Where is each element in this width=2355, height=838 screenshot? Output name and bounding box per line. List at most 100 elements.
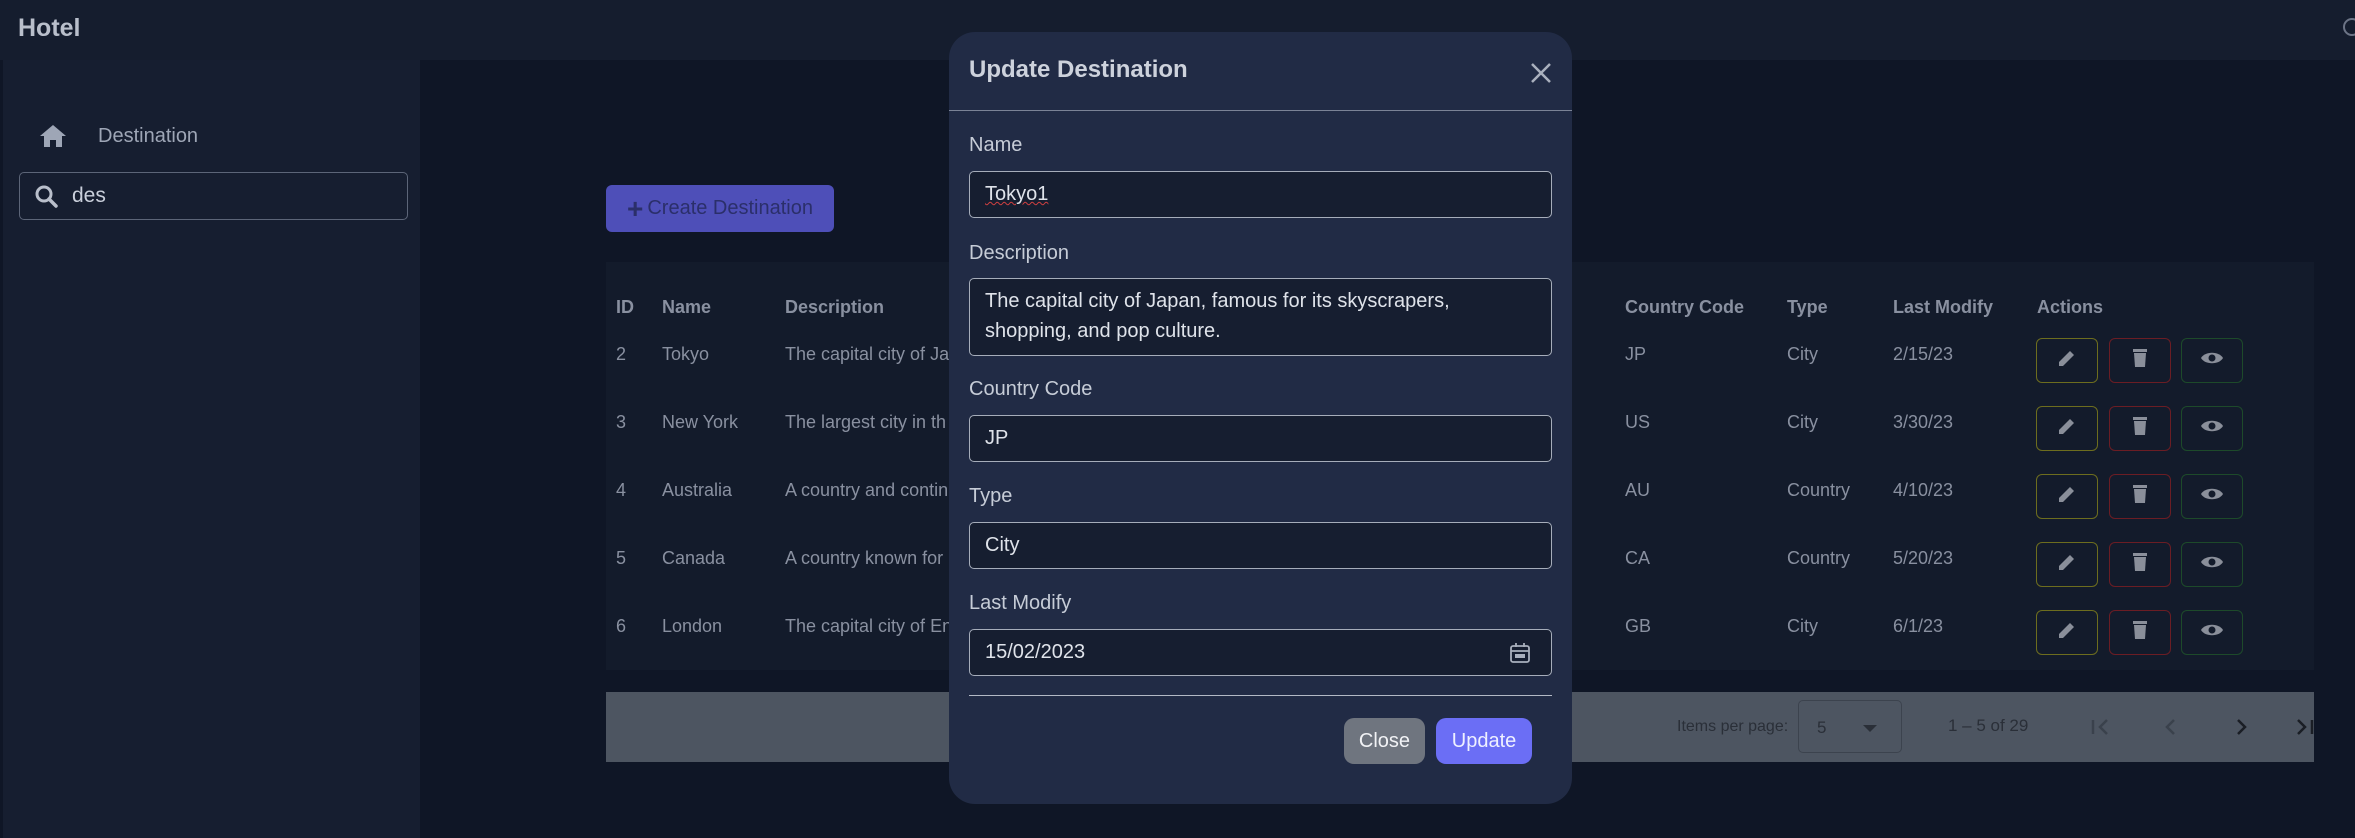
view-button[interactable] [2181, 338, 2243, 383]
pencil-icon [2055, 414, 2079, 443]
dialog-footer-divider [969, 695, 1552, 696]
column-header-actions: Actions [2037, 297, 2104, 317]
cell-country-code: JP [1625, 344, 1647, 364]
cell-name: Australia [662, 480, 733, 500]
sidebar: Destination [3, 60, 420, 838]
cell-id: 2 [616, 344, 627, 364]
pencil-icon [2055, 618, 2079, 647]
eye-icon [2200, 346, 2224, 375]
edit-button[interactable] [2036, 338, 2098, 383]
eye-icon [2200, 414, 2224, 443]
cell-id: 6 [616, 616, 627, 636]
cell-name: Tokyo [662, 344, 710, 364]
column-header-description[interactable]: Description [785, 297, 884, 318]
items-per-page-label: Items per page: [1677, 718, 1789, 735]
delete-button[interactable] [2109, 338, 2171, 383]
view-button[interactable] [2181, 406, 2243, 451]
cell-country-code: CA [1625, 548, 1651, 568]
country-code-field[interactable] [969, 415, 1552, 462]
cell-last-modify: 4/10/23 [1893, 480, 1954, 500]
edit-button[interactable] [2036, 542, 2098, 587]
delete-button[interactable] [2109, 474, 2171, 519]
create-destination-label: Create Destination [647, 197, 813, 219]
next-page-button[interactable] [2226, 712, 2256, 742]
first-page-icon [2091, 719, 2108, 735]
items-per-page-value: 5 [1817, 718, 1827, 737]
update-destination-dialog: Update Destination Name Tokyo1 Descripti… [949, 32, 1572, 804]
trash-icon [2128, 346, 2152, 375]
cell-description: The capital city of Ja [785, 344, 950, 364]
items-per-page-select[interactable]: 5 [1798, 700, 1902, 753]
column-header-last-modify[interactable]: Last Modify [1893, 297, 1993, 318]
column-header-id[interactable]: ID [616, 297, 634, 318]
column-header-country-code[interactable]: Country Code [1625, 297, 1744, 318]
column-header-type[interactable]: Type [1787, 297, 1828, 318]
eye-icon [2200, 550, 2224, 579]
first-page-button[interactable] [2085, 712, 2115, 742]
cell-type: City [1787, 616, 1818, 636]
sidebar-search[interactable] [19, 172, 408, 220]
account-icon[interactable] [2343, 18, 2355, 36]
page-range: 1 – 5 of 29 [1948, 716, 2029, 735]
cell-name: New York [662, 412, 739, 432]
cell-description: A country known for [785, 548, 944, 568]
trash-icon [2128, 414, 2152, 443]
previous-page-button[interactable] [2156, 712, 2186, 742]
dialog-divider [949, 110, 1572, 111]
country-code-label: Country Code [969, 378, 1093, 400]
eye-icon [2200, 618, 2224, 647]
cell-type: Country [1787, 480, 1851, 500]
delete-button[interactable] [2109, 406, 2171, 451]
edit-button[interactable] [2036, 406, 2098, 451]
calendar-icon[interactable] [1509, 642, 1531, 664]
column-header-name[interactable]: Name [662, 297, 711, 318]
cell-last-modify: 5/20/23 [1893, 548, 1954, 568]
last-page-icon [2297, 719, 2314, 735]
name-label: Name [969, 134, 1023, 156]
cell-id: 3 [616, 412, 627, 432]
cell-country-code: US [1625, 412, 1651, 432]
cell-type: City [1787, 344, 1818, 364]
view-button[interactable] [2181, 542, 2243, 587]
edit-button[interactable] [2036, 610, 2098, 655]
name-field[interactable]: Tokyo1 [969, 171, 1552, 218]
home-icon [40, 125, 66, 147]
last-modify-field[interactable] [969, 629, 1552, 676]
chevron-left-icon [2165, 719, 2175, 735]
chevron-right-icon [2237, 719, 2247, 735]
sidebar-item-destination[interactable]: Destination [38, 116, 398, 156]
cell-name: Canada [662, 548, 726, 568]
last-page-button[interactable] [2290, 712, 2320, 742]
delete-button[interactable] [2109, 542, 2171, 587]
description-field[interactable]: The capital city of Japan, famous for it… [969, 278, 1552, 356]
delete-button[interactable] [2109, 610, 2171, 655]
trash-icon [2128, 550, 2152, 579]
pencil-icon [2055, 346, 2079, 375]
view-button[interactable] [2181, 610, 2243, 655]
edit-button[interactable] [2036, 474, 2098, 519]
cell-description: The largest city in th [785, 412, 947, 432]
plus-icon: + [626, 192, 644, 224]
cell-last-modify: 3/30/23 [1893, 412, 1954, 432]
sidebar-search-input[interactable] [72, 184, 392, 208]
close-button[interactable]: Close [1344, 718, 1425, 764]
create-destination-button[interactable]: + Create Destination [606, 185, 834, 232]
cell-type: Country [1787, 548, 1851, 568]
type-field[interactable] [969, 522, 1552, 569]
description-label: Description [969, 242, 1070, 264]
close-icon[interactable] [1528, 60, 1554, 86]
view-button[interactable] [2181, 474, 2243, 519]
cell-name: London [662, 616, 723, 636]
type-label: Type [969, 485, 1013, 507]
update-button[interactable]: Update [1436, 718, 1532, 764]
cell-country-code: GB [1625, 616, 1652, 636]
dialog-title: Update Destination [969, 56, 1188, 83]
chevron-down-icon [1863, 725, 1877, 732]
search-icon [35, 185, 58, 208]
pencil-icon [2055, 550, 2079, 579]
app-title: Hotel [18, 14, 81, 42]
pencil-icon [2055, 482, 2079, 511]
cell-last-modify: 2/15/23 [1893, 344, 1954, 364]
cell-id: 5 [616, 548, 627, 568]
trash-icon [2128, 618, 2152, 647]
